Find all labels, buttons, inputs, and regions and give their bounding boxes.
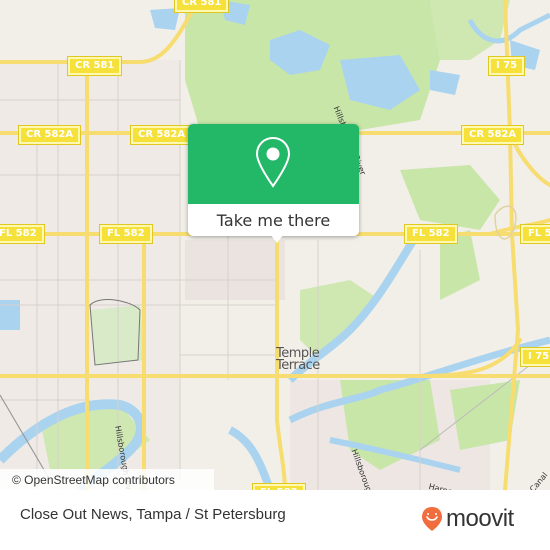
place-label-line2: Terrace <box>276 358 320 373</box>
map-attribution[interactable]: © OpenStreetMap contributors <box>0 469 214 490</box>
location-pin-icon <box>255 136 291 188</box>
road-label-cr581-top: CR 581 <box>173 0 230 13</box>
road-label-fl582-left: FL 582 <box>0 224 45 244</box>
road-label-cr582a-right: CR 582A <box>460 125 525 145</box>
road-label-cr581: CR 581 <box>66 56 123 76</box>
road-label-cr582a-mid: CR 582A <box>129 125 194 145</box>
directions-popup: Take me there <box>188 124 359 243</box>
road-label-i75-bottom: I 75 <box>519 347 550 367</box>
location-title: Close Out News, Tampa / St Petersburg <box>20 506 286 523</box>
popup-header <box>188 124 359 204</box>
moovit-pin-icon <box>422 507 442 531</box>
take-me-there-button[interactable]: Take me there <box>188 204 359 236</box>
road-label-fl582-right: FL 582 <box>404 224 458 244</box>
road-label-i75-top: I 75 <box>487 56 526 76</box>
map[interactable]: CR 581 CR 581 CR 582A CR 582A CR 582A I … <box>0 0 550 490</box>
road-label-fl582-mid: FL 582 <box>99 224 153 244</box>
place-label-temple-terrace: Temple Terrace <box>276 347 320 373</box>
road-label-fl582-far-right: FL 5 <box>520 224 550 244</box>
popup-pointer <box>270 234 284 243</box>
moovit-logo[interactable]: moovit <box>421 505 514 533</box>
road-label-cr582a-left: CR 582A <box>17 125 82 145</box>
moovit-wordmark: moovit <box>446 505 514 532</box>
